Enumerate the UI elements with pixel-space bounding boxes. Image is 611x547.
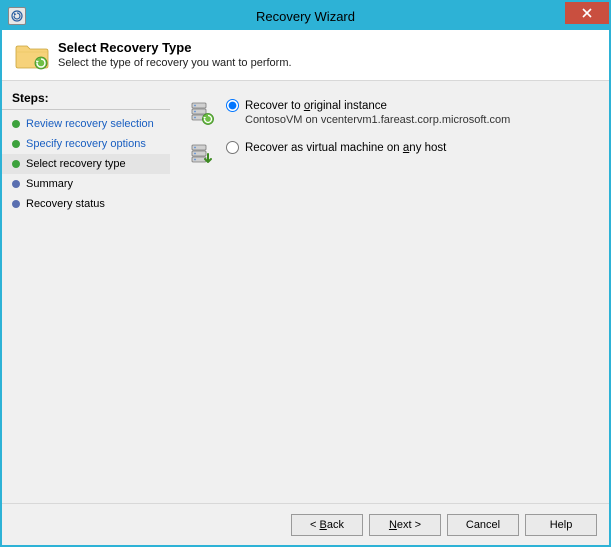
page-title: Select Recovery Type <box>58 40 292 55</box>
step-recovery-status: Recovery status <box>2 194 170 214</box>
cancel-button[interactable]: Cancel <box>447 514 519 536</box>
server-restore-icon <box>188 99 216 127</box>
steps-panel: Steps: Review recovery selection Specify… <box>2 81 170 503</box>
step-specify-recovery-options[interactable]: Specify recovery options <box>2 134 170 154</box>
content-panel: Recover to original instance ContosoVM o… <box>170 81 609 503</box>
step-label: Summary <box>26 178 73 190</box>
wizard-body: Steps: Review recovery selection Specify… <box>2 80 609 503</box>
step-done-icon <box>12 160 20 168</box>
radio-recover-original-label[interactable]: Recover to original instance <box>245 100 387 112</box>
recover-original-desc: ContosoVM on vcentervm1.fareast.corp.mic… <box>245 114 595 126</box>
step-select-recovery-type[interactable]: Select recovery type <box>2 154 170 174</box>
radio-recover-original[interactable] <box>226 99 239 112</box>
radio-recover-anyhost[interactable] <box>226 141 239 154</box>
wizard-header: Select Recovery Type Select the type of … <box>2 30 609 80</box>
step-label: Review recovery selection <box>26 118 154 130</box>
step-label: Specify recovery options <box>26 138 146 150</box>
folder-recovery-icon <box>14 40 50 72</box>
step-label: Recovery status <box>26 198 105 210</box>
step-done-icon <box>12 140 20 148</box>
page-subtitle: Select the type of recovery you want to … <box>58 57 292 69</box>
window-title: Recovery Wizard <box>2 9 609 24</box>
wizard-footer: < Back Next > Cancel Help <box>2 503 609 545</box>
step-label: Select recovery type <box>26 158 126 170</box>
app-icon <box>8 7 26 25</box>
steps-heading: Steps: <box>2 87 170 110</box>
back-button[interactable]: < Back <box>291 514 363 536</box>
step-summary: Summary <box>2 174 170 194</box>
option-recover-anyhost: Recover as virtual machine on any host <box>188 141 595 169</box>
recovery-wizard-window: Recovery Wizard Select Recovery Type Sel… <box>0 0 611 547</box>
step-review-recovery-selection[interactable]: Review recovery selection <box>2 114 170 134</box>
next-button[interactable]: Next > <box>369 514 441 536</box>
step-done-icon <box>12 120 20 128</box>
step-pending-icon <box>12 180 20 188</box>
titlebar: Recovery Wizard <box>2 2 609 30</box>
option-recover-original: Recover to original instance ContosoVM o… <box>188 99 595 127</box>
server-download-icon <box>188 141 216 169</box>
step-pending-icon <box>12 200 20 208</box>
help-button[interactable]: Help <box>525 514 597 536</box>
close-button[interactable] <box>565 2 609 24</box>
radio-recover-anyhost-label[interactable]: Recover as virtual machine on any host <box>245 142 446 154</box>
